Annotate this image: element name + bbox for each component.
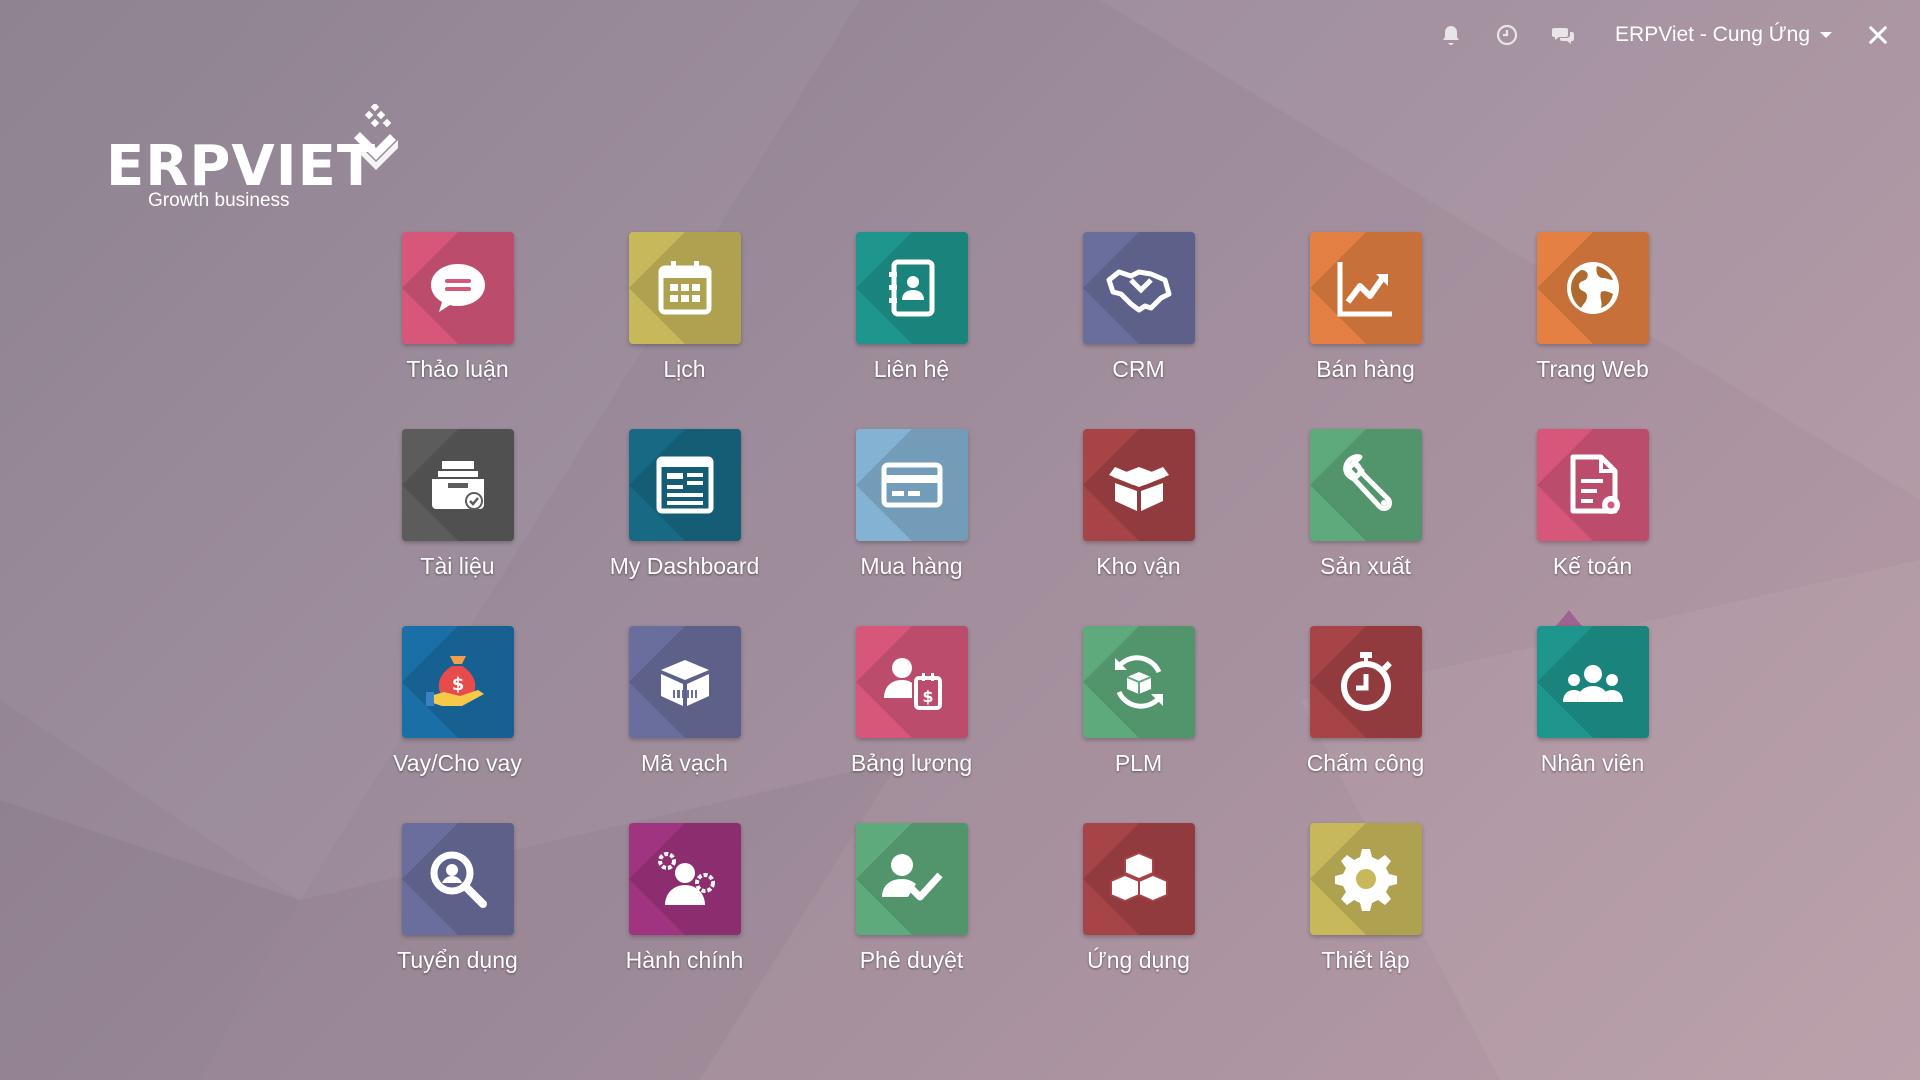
app-label: Liên hệ	[873, 356, 950, 382]
logo-tagline: Growth business	[148, 190, 290, 211]
admin-gears-icon	[628, 823, 741, 935]
app-phe-duyet[interactable]: Phê duyệt	[798, 823, 1025, 1020]
app-crm[interactable]: CRM	[1025, 232, 1252, 429]
stopwatch-icon	[1309, 626, 1422, 738]
app-my-dashboard[interactable]: My Dashboard	[571, 429, 798, 626]
app-label: Lịch	[663, 356, 706, 382]
app-ke-toan[interactable]: Kế toán	[1479, 429, 1706, 626]
app-lich[interactable]: Lịch	[571, 232, 798, 429]
app-plm[interactable]: PLM	[1025, 626, 1252, 823]
bell-icon[interactable]	[1423, 0, 1479, 70]
gear-icon	[1309, 823, 1422, 935]
app-label: Tuyển dụng	[397, 947, 518, 973]
app-label: Vay/Cho vay	[393, 750, 522, 776]
wrench-icon	[1309, 429, 1422, 541]
app-label: My Dashboard	[609, 553, 760, 579]
app-vay-cho-vay[interactable]: $ Vay/Cho vay	[344, 626, 571, 823]
document-tray-icon	[401, 429, 514, 541]
company-logo: ERPVIET Growth business	[106, 104, 406, 214]
chat-bubble-icon	[401, 232, 514, 344]
app-ung-dung[interactable]: Ứng dụng	[1025, 823, 1252, 1020]
app-label: Mã vạch	[641, 750, 728, 776]
employees-icon	[1536, 626, 1649, 738]
app-label: Thiết lập	[1321, 947, 1410, 973]
app-ma-vach[interactable]: Mã vạch	[571, 626, 798, 823]
chat-icon[interactable]	[1535, 0, 1591, 70]
app-label: Chấm công	[1306, 750, 1425, 776]
app-cham-cong[interactable]: Chấm công	[1252, 626, 1479, 823]
logo-mark-icon	[354, 104, 398, 170]
user-check-icon	[855, 823, 968, 935]
box-icon	[1082, 429, 1195, 541]
app-mua-hang[interactable]: Mua hàng	[798, 429, 1025, 626]
calendar-icon	[628, 232, 741, 344]
cubes-icon	[1082, 823, 1195, 935]
app-kho-van[interactable]: Kho vận	[1025, 429, 1252, 626]
app-label: Kho vận	[1096, 553, 1181, 579]
globe-icon	[1536, 232, 1649, 344]
magnifier-icon	[401, 823, 514, 935]
svg-text:$: $	[451, 674, 464, 695]
app-label: Bảng lương	[850, 750, 973, 776]
app-grid: Thảo luận Lịch Liên hệ CRM Bán hàng Trang Web…	[344, 232, 1706, 1020]
credit-card-icon	[855, 429, 968, 541]
company-switcher[interactable]: ERPViet - Cung Ứng	[1591, 23, 1856, 47]
app-label: Phê duyệt	[859, 947, 964, 973]
handshake-icon	[1082, 232, 1195, 344]
app-label: Trang Web	[1536, 356, 1649, 382]
barcode-box-icon	[628, 626, 741, 738]
app-nhan-vien[interactable]: Nhân viên	[1479, 626, 1706, 823]
app-label: Hành chính	[625, 947, 744, 973]
svg-text:$: $	[922, 687, 933, 706]
app-lien-he[interactable]: Liên hệ	[798, 232, 1025, 429]
payroll-icon: $	[855, 626, 968, 738]
app-bang-luong[interactable]: $ Bảng lương	[798, 626, 1025, 823]
invoice-settings-icon	[1536, 429, 1649, 541]
app-label: Tài liệu	[420, 553, 495, 579]
app-ban-hang[interactable]: Bán hàng	[1252, 232, 1479, 429]
app-label: Kế toán	[1552, 553, 1633, 579]
app-trang-web[interactable]: Trang Web	[1479, 232, 1706, 429]
close-icon[interactable]	[1856, 0, 1900, 70]
product-cycle-icon	[1082, 626, 1195, 738]
top-bar: ERPViet - Cung Ứng	[1423, 0, 1920, 70]
sales-chart-icon	[1309, 232, 1422, 344]
app-label: PLM	[1114, 750, 1163, 776]
dashboard-icon	[628, 429, 741, 541]
chevron-down-icon	[1820, 32, 1832, 38]
app-tuyen-dung[interactable]: Tuyển dụng	[344, 823, 571, 1020]
money-bag-hand-icon: $	[401, 626, 514, 738]
company-name: ERPViet - Cung Ứng	[1615, 23, 1810, 46]
app-hanh-chinh[interactable]: Hành chính	[571, 823, 798, 1020]
app-label: Bán hàng	[1316, 356, 1415, 382]
contact-book-icon	[855, 232, 968, 344]
app-label: Sản xuất	[1320, 553, 1411, 579]
app-label: Thảo luận	[406, 356, 509, 382]
app-tai-lieu[interactable]: Tài liệu	[344, 429, 571, 626]
app-thiet-lap[interactable]: Thiết lập	[1252, 823, 1479, 1020]
app-thao-luan[interactable]: Thảo luận	[344, 232, 571, 429]
app-label: CRM	[1112, 356, 1165, 382]
clock-icon[interactable]	[1479, 0, 1535, 70]
app-label: Ứng dụng	[1087, 947, 1190, 973]
app-label: Mua hàng	[860, 553, 963, 579]
app-san-xuat[interactable]: Sản xuất	[1252, 429, 1479, 626]
app-label: Nhân viên	[1540, 750, 1645, 776]
